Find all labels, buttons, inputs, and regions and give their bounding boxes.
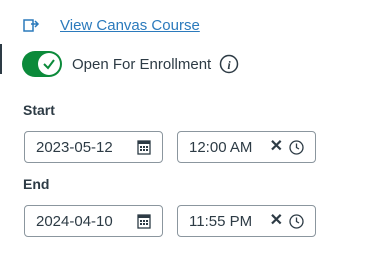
start-time-value: 12:00 AM xyxy=(189,138,253,156)
left-edge-divider xyxy=(0,44,2,74)
start-label: Start xyxy=(23,102,55,118)
start-date-value: 2023-05-12 xyxy=(36,138,113,156)
clear-icon[interactable]: ✕ xyxy=(270,213,283,229)
view-canvas-course-link[interactable]: View Canvas Course xyxy=(60,17,200,34)
calendar-icon[interactable] xyxy=(137,139,151,155)
start-time-input[interactable]: 12:00 AM ✕ xyxy=(177,131,316,163)
end-time-value: 11:55 PM xyxy=(189,212,253,230)
end-time-input[interactable]: 11:55 PM ✕ xyxy=(177,205,316,237)
view-course-link-row: View Canvas Course xyxy=(22,14,200,36)
end-date-value: 2024-04-10 xyxy=(36,212,113,230)
enrollment-toggle-row: Open For Enrollment i xyxy=(22,50,239,78)
enrollment-label: Open For Enrollment xyxy=(72,55,212,73)
start-date-input[interactable]: 2023-05-12 xyxy=(24,131,163,163)
end-label: End xyxy=(23,176,50,192)
check-icon xyxy=(43,59,55,70)
info-icon[interactable]: i xyxy=(219,54,239,74)
clear-icon[interactable]: ✕ xyxy=(270,139,283,155)
calendar-icon[interactable] xyxy=(137,213,151,229)
external-link-icon xyxy=(23,19,40,32)
clock-icon[interactable] xyxy=(289,139,304,155)
toggle-knob xyxy=(38,53,60,75)
svg-text:i: i xyxy=(228,58,232,72)
open-for-enrollment-toggle[interactable] xyxy=(22,51,62,77)
end-date-input[interactable]: 2024-04-10 xyxy=(24,205,163,237)
clock-icon[interactable] xyxy=(289,213,304,229)
